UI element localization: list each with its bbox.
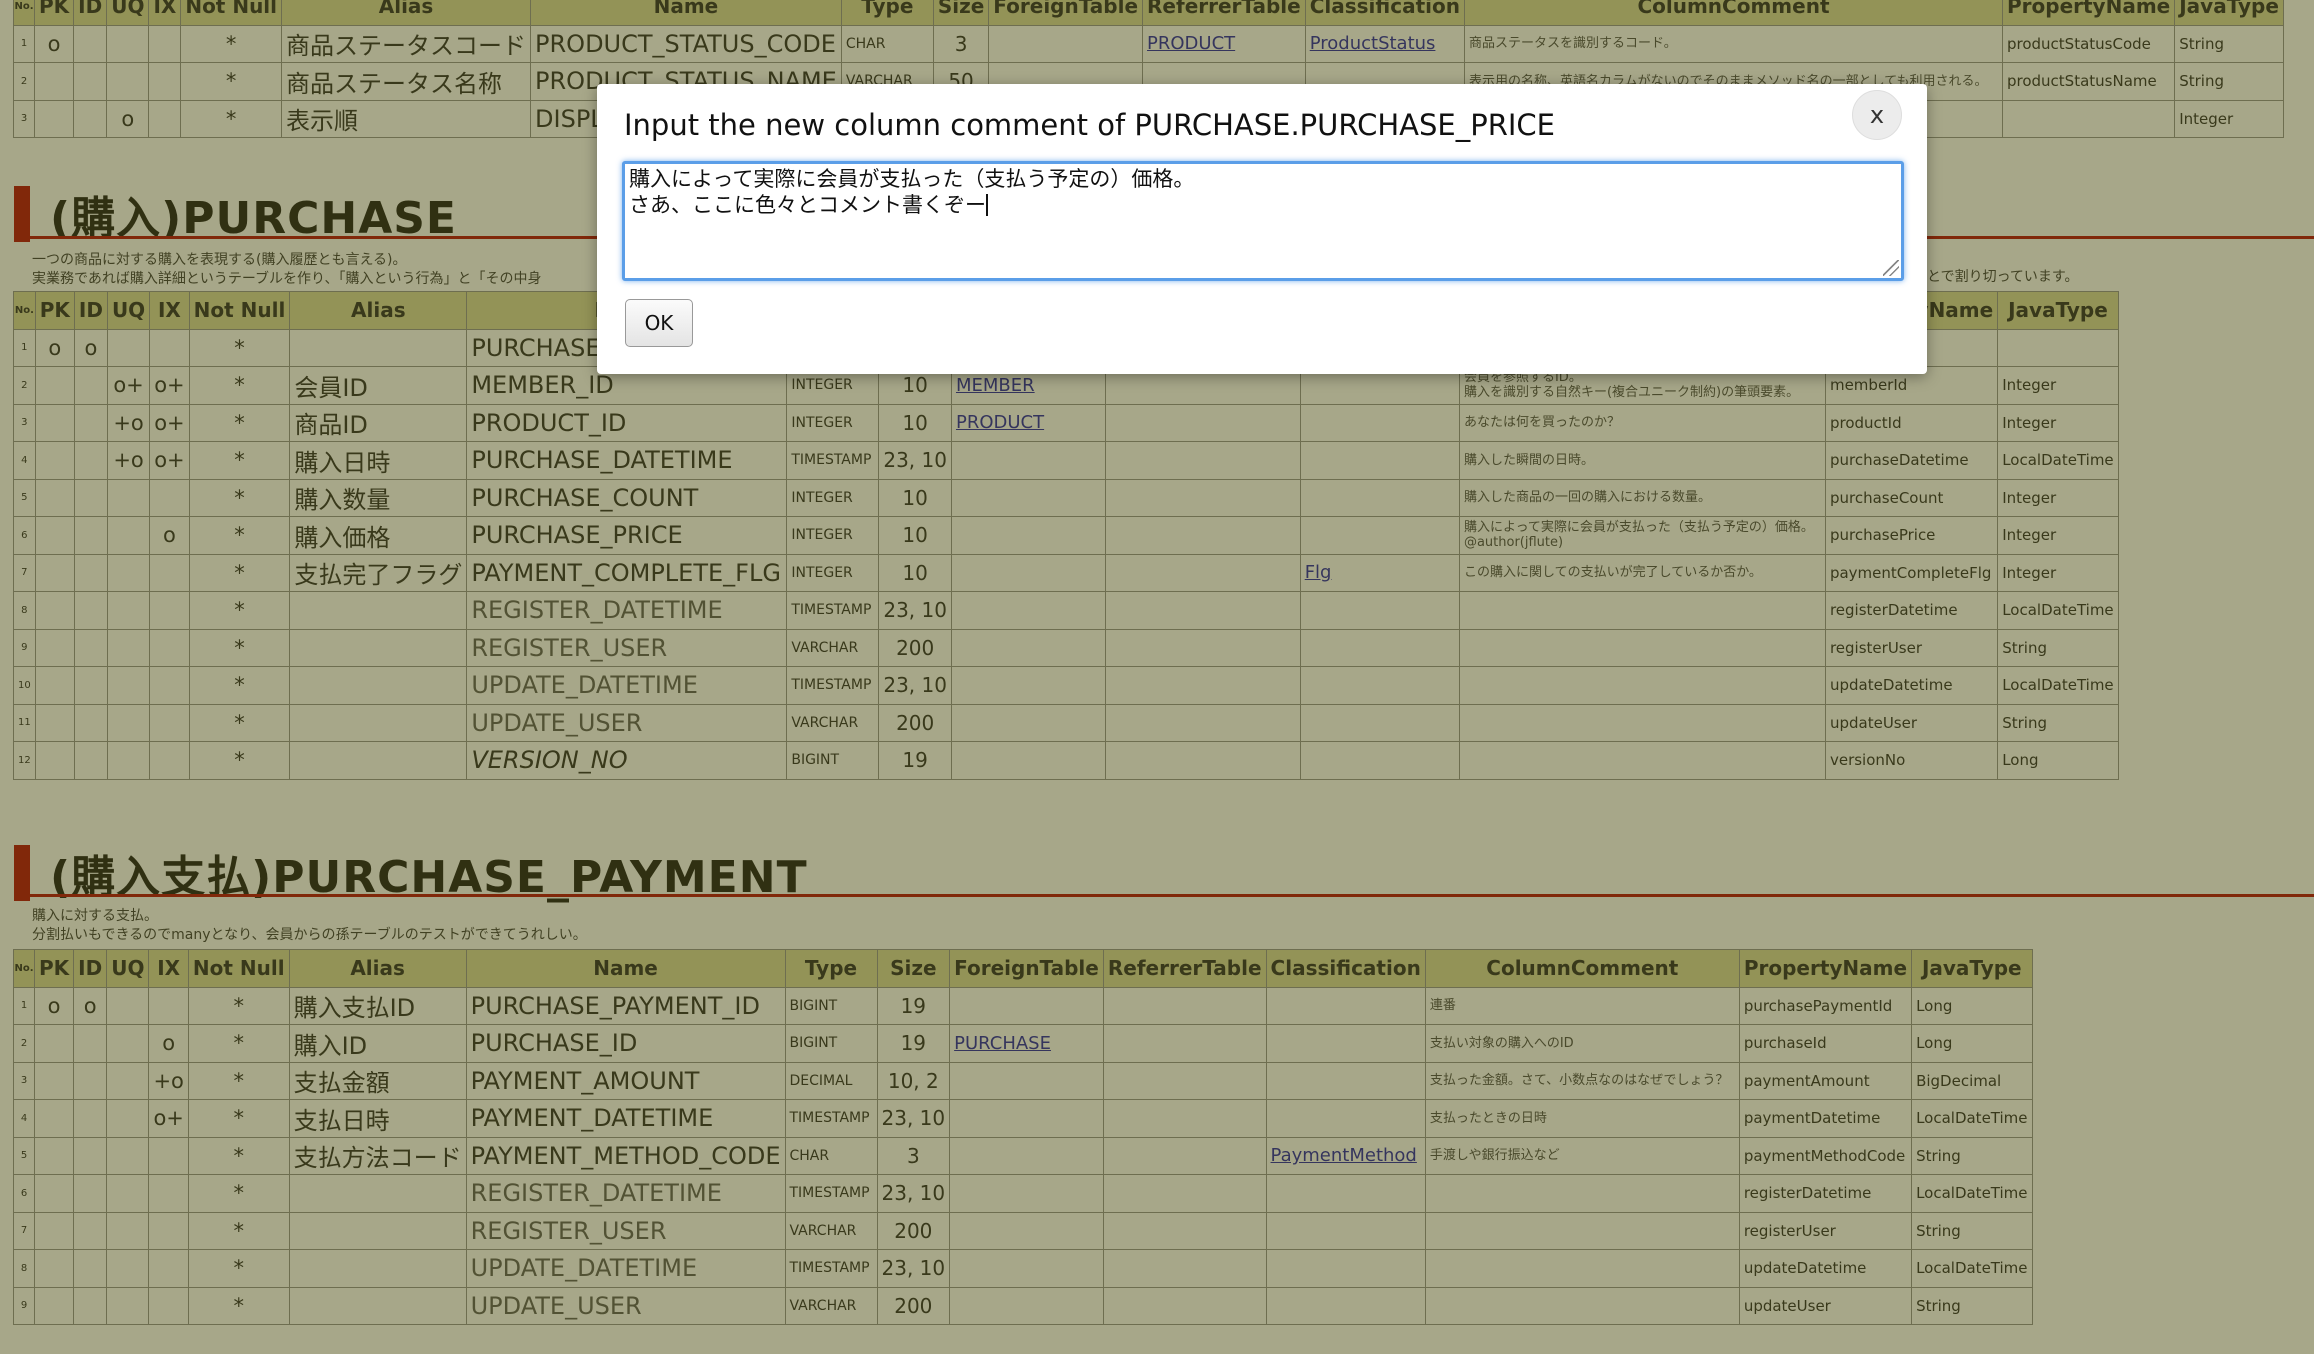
schema-html-page: No.PKIDUQIXNot NullAliasNameTypeSizeFore… (0, 0, 2314, 1354)
comment-text: 購入によって実際に会員が支払った（支払う予定の）価格。 さあ、ここに色々とコメン… (629, 167, 1195, 217)
dialog-title: Input the new column comment of PURCHASE… (624, 108, 1555, 142)
resize-grip-icon[interactable] (1883, 260, 1899, 276)
close-button[interactable]: x (1852, 90, 1902, 140)
ok-button[interactable]: OK (625, 299, 693, 347)
column-comment-dialog: Input the new column comment of PURCHASE… (597, 84, 1927, 374)
text-caret (986, 194, 988, 216)
close-icon: x (1869, 101, 1885, 129)
column-comment-textarea[interactable]: 購入によって実際に会員が支払った（支払う予定の）価格。 さあ、ここに色々とコメン… (622, 161, 1904, 281)
